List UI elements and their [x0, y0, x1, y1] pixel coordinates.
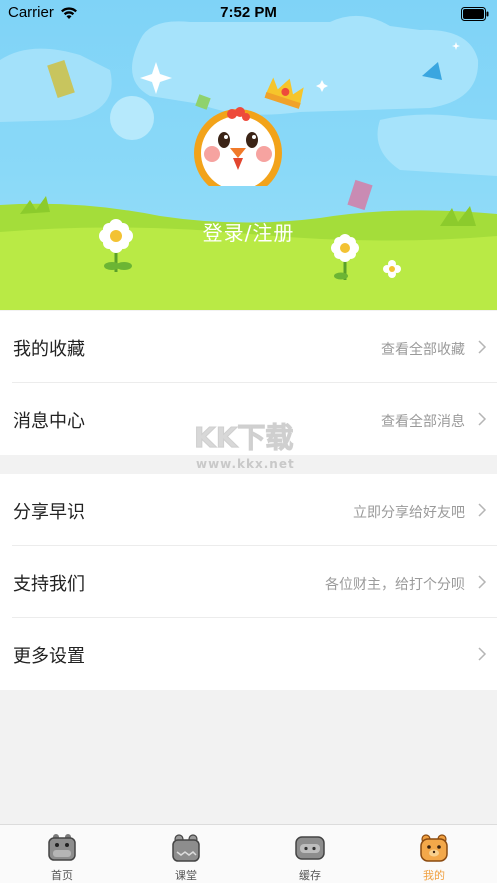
menu-section-2: 分享早识 立即分享给好友吧 支持我们 各位财主，给打个分呗 更多设置	[0, 474, 497, 690]
status-time: 7:52 PM	[220, 4, 277, 21]
row-hint: 查看全部消息	[381, 414, 465, 430]
chevron-right-icon	[477, 339, 487, 359]
tab-home[interactable]: 首页	[0, 825, 124, 883]
row-hint: 立即分享给好友吧	[353, 505, 465, 521]
status-bar: Carrier 7:52 PM	[0, 0, 497, 26]
tab-mine[interactable]: 我的	[372, 825, 496, 883]
pig-face-icon	[295, 833, 325, 867]
row-hint: 查看全部收藏	[381, 342, 465, 358]
tab-bar: 首页 课堂 缓存 我的	[0, 824, 497, 883]
hippo-face-icon	[47, 833, 77, 867]
profile-header	[0, 0, 497, 310]
menu-row-settings[interactable]: 更多设置	[0, 618, 497, 690]
tab-label: 课堂	[175, 869, 197, 882]
row-title: 支持我们	[13, 574, 85, 595]
row-hint: 各位财主，给打个分呗	[325, 577, 465, 593]
login-register-link[interactable]: 登录/注册	[0, 217, 497, 246]
chevron-right-icon	[477, 574, 487, 594]
menu-row-share[interactable]: 分享早识 立即分享给好友吧	[0, 474, 497, 546]
tab-classroom[interactable]: 课堂	[124, 825, 248, 883]
frog-face-icon	[171, 833, 201, 867]
tab-label: 我的	[423, 869, 445, 882]
chevron-right-icon	[477, 646, 487, 666]
battery-icon	[461, 6, 489, 25]
menu-row-favorites[interactable]: 我的收藏 查看全部收藏	[0, 311, 497, 383]
tab-label: 首页	[51, 869, 73, 882]
row-title: 更多设置	[13, 646, 85, 667]
row-title: 分享早识	[13, 502, 85, 523]
chevron-right-icon	[477, 411, 487, 431]
menu-row-messages[interactable]: 消息中心 查看全部消息	[0, 383, 497, 455]
watermark-url: www.kkx.net	[196, 457, 295, 471]
menu-row-support[interactable]: 支持我们 各位财主，给打个分呗	[0, 546, 497, 618]
bear-face-icon	[419, 833, 449, 867]
tab-label: 缓存	[299, 869, 321, 882]
row-title: 我的收藏	[13, 339, 85, 360]
row-title: 消息中心	[13, 411, 85, 432]
avatar[interactable]	[188, 66, 308, 186]
tab-cache[interactable]: 缓存	[248, 825, 372, 883]
chevron-right-icon	[477, 502, 487, 522]
menu-section-1: 我的收藏 查看全部收藏 消息中心 查看全部消息	[0, 311, 497, 455]
